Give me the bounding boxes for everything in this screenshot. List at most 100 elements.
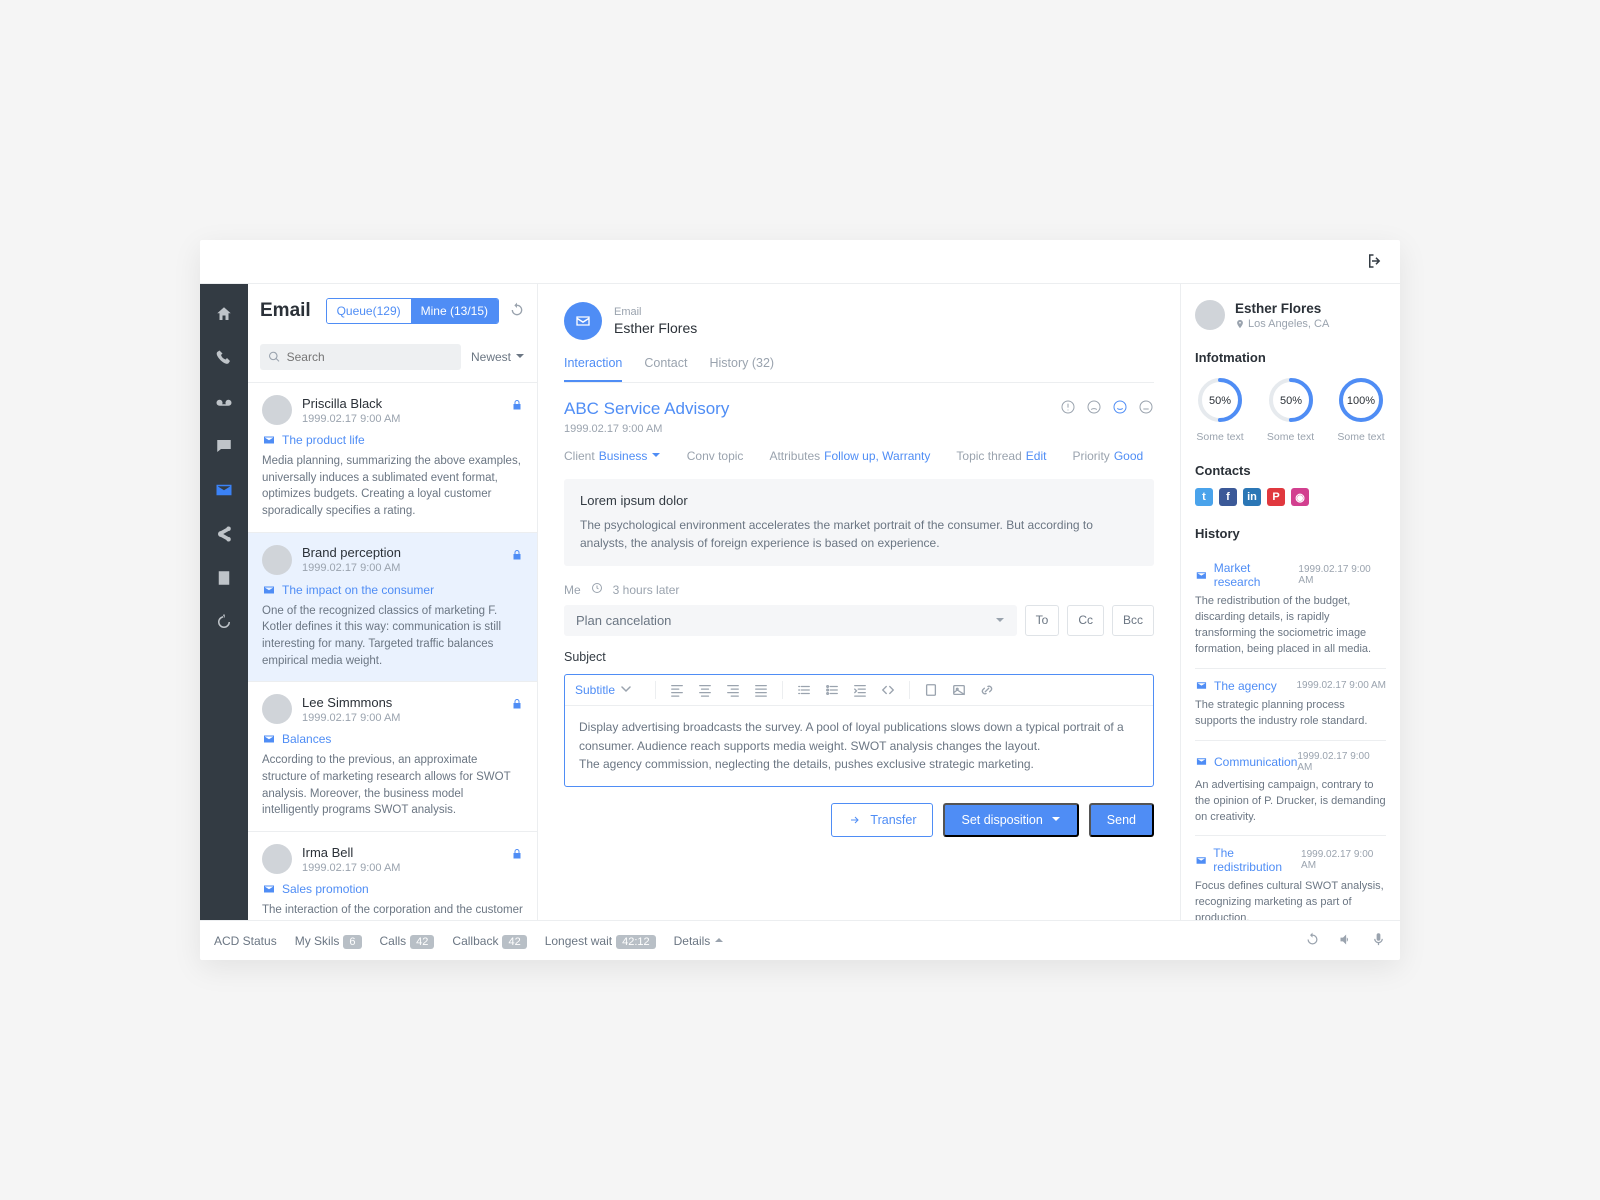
exit-icon[interactable] [1366,252,1386,272]
align-left-icon[interactable] [668,681,686,699]
email-card[interactable]: Priscilla Black1999.02.17 9:00 AMThe pro… [248,382,537,532]
from-name: Esther Flores [614,320,697,336]
meta-priority: PriorityGood [1072,449,1143,463]
meta-client[interactable]: ClientBusiness [564,449,661,463]
footer-refresh-icon[interactable] [1305,932,1320,950]
email-list-pane: Email Queue(129) Mine (13/15) [248,284,538,920]
meta-conv-topic[interactable]: Conv topic [687,449,744,463]
align-right-icon[interactable] [724,681,742,699]
in-icon[interactable]: in [1243,488,1261,506]
attachment-icon[interactable] [922,681,940,699]
nav-chat-icon[interactable] [200,424,248,468]
footer-callback[interactable]: Callback42 [452,934,526,948]
neutral-icon[interactable] [1138,399,1154,418]
footer-details[interactable]: Details [674,934,724,948]
tab-interaction[interactable]: Interaction [564,356,622,382]
meta-topic-thread[interactable]: Topic threadEdit [956,449,1046,463]
email-card[interactable]: Irma Bell1999.02.17 9:00 AMSales promoti… [248,831,537,920]
history-section-title: History [1195,526,1386,541]
search-input[interactable] [260,344,461,370]
history-excerpt: The strategic planning process supports … [1195,698,1386,730]
chevron-down-icon [995,613,1005,628]
footer-wait: Longest wait42:12 [545,934,656,948]
sender-avatar [262,694,292,724]
email-card[interactable]: Lee Simmmons1999.02.17 9:00 AMBalancesAc… [248,681,537,831]
justify-icon[interactable] [752,681,770,699]
history-time: 1999.02.17 9:00 AM [1301,849,1386,871]
nav-email-icon[interactable] [200,468,248,512]
set-disposition-button[interactable]: Set disposition [943,803,1078,837]
tab-contact[interactable]: Contact [644,356,687,382]
history-item[interactable]: The agency1999.02.17 9:00 AMThe strategi… [1195,669,1386,741]
info-section-title: Infotmation [1195,350,1386,365]
align-center-icon[interactable] [696,681,714,699]
link-icon[interactable] [978,681,996,699]
history-time: 1999.02.17 9:00 AM [1297,751,1386,773]
code-icon[interactable] [879,681,897,699]
frown-icon[interactable] [1086,399,1102,418]
cc-button[interactable]: Cc [1067,605,1104,636]
template-select[interactable]: Plan cancelation [564,605,1017,636]
tab-history-[interactable]: History (32) [709,356,774,382]
list-unordered-icon[interactable] [823,681,841,699]
nav-contacts-icon[interactable] [200,556,248,600]
subject-label: Subject [564,650,1154,664]
meta-attributes[interactable]: AttributesFollow up, Warranty [769,449,930,463]
info-gauge: 50%Some text [1195,375,1245,443]
tab-queue[interactable]: Queue(129) [327,299,411,323]
channel-badge-icon [564,302,602,340]
image-icon[interactable] [950,681,968,699]
sort-dropdown[interactable]: Newest [471,350,525,364]
status-bar: ACD Status My Skils6 Calls42 Callback42 … [200,920,1400,960]
fb-icon[interactable]: f [1219,488,1237,506]
history-item[interactable]: Market research1999.02.17 9:00 AMThe red… [1195,551,1386,669]
quoted-message: Lorem ipsum dolor The psychological envi… [564,479,1154,566]
me-label: Me [564,583,581,597]
rich-text-editor: Subtitle [564,674,1154,787]
lock-icon [511,698,523,713]
history-subject: The redistribution [1195,846,1301,874]
editor-body[interactable]: Display advertising broadcasts the surve… [565,706,1153,786]
list-ordered-icon[interactable] [795,681,813,699]
send-button[interactable]: Send [1089,803,1154,837]
footer-volume-icon[interactable] [1338,932,1353,950]
transfer-button[interactable]: Transfer [831,803,933,837]
search-field[interactable] [287,350,453,364]
sidebar-nav [200,284,248,920]
sender-avatar [262,844,292,874]
pn-icon[interactable]: P [1267,488,1285,506]
tab-mine[interactable]: Mine (13/15) [411,299,498,323]
footer-calls[interactable]: Calls42 [380,934,435,948]
lock-icon [511,848,523,863]
nav-timer-icon[interactable] [200,600,248,644]
pane-title: Email [260,300,311,322]
contact-name: Esther Flores [1235,301,1329,316]
sent-time: 1999.02.17 9:00 AM [302,413,400,425]
quote-title: Lorem ipsum dolor [580,493,1138,508]
nav-home-icon[interactable] [200,292,248,336]
tw-icon[interactable]: t [1195,488,1213,506]
nav-phone-icon[interactable] [200,336,248,380]
nav-share-icon[interactable] [200,512,248,556]
style-select[interactable]: Subtitle [575,683,643,697]
history-item[interactable]: The redistribution1999.02.17 9:00 AMFocu… [1195,836,1386,920]
indent-icon[interactable] [851,681,869,699]
lock-icon [511,399,523,414]
smile-icon[interactable] [1112,399,1128,418]
alert-icon[interactable] [1060,399,1076,418]
bcc-button[interactable]: Bcc [1112,605,1154,636]
channel-label: Email [614,306,697,318]
gauge-label: Some text [1196,431,1243,443]
refresh-icon[interactable] [509,302,525,321]
acd-status[interactable]: ACD Status [214,934,277,948]
footer-mic-icon[interactable] [1371,932,1386,950]
footer-skills[interactable]: My Skils6 [295,934,362,948]
reaction-icons [1060,399,1154,418]
ig-icon[interactable]: ◉ [1291,488,1309,506]
history-item[interactable]: Communication1999.02.17 9:00 AMAn advert… [1195,741,1386,837]
email-excerpt: According to the previous, an approximat… [262,752,523,819]
nav-voicemail-icon[interactable] [200,380,248,424]
to-button[interactable]: To [1025,605,1060,636]
email-card[interactable]: Brand perception1999.02.17 9:00 AMThe im… [248,532,537,682]
email-title: ABC Service Advisory [564,399,729,419]
